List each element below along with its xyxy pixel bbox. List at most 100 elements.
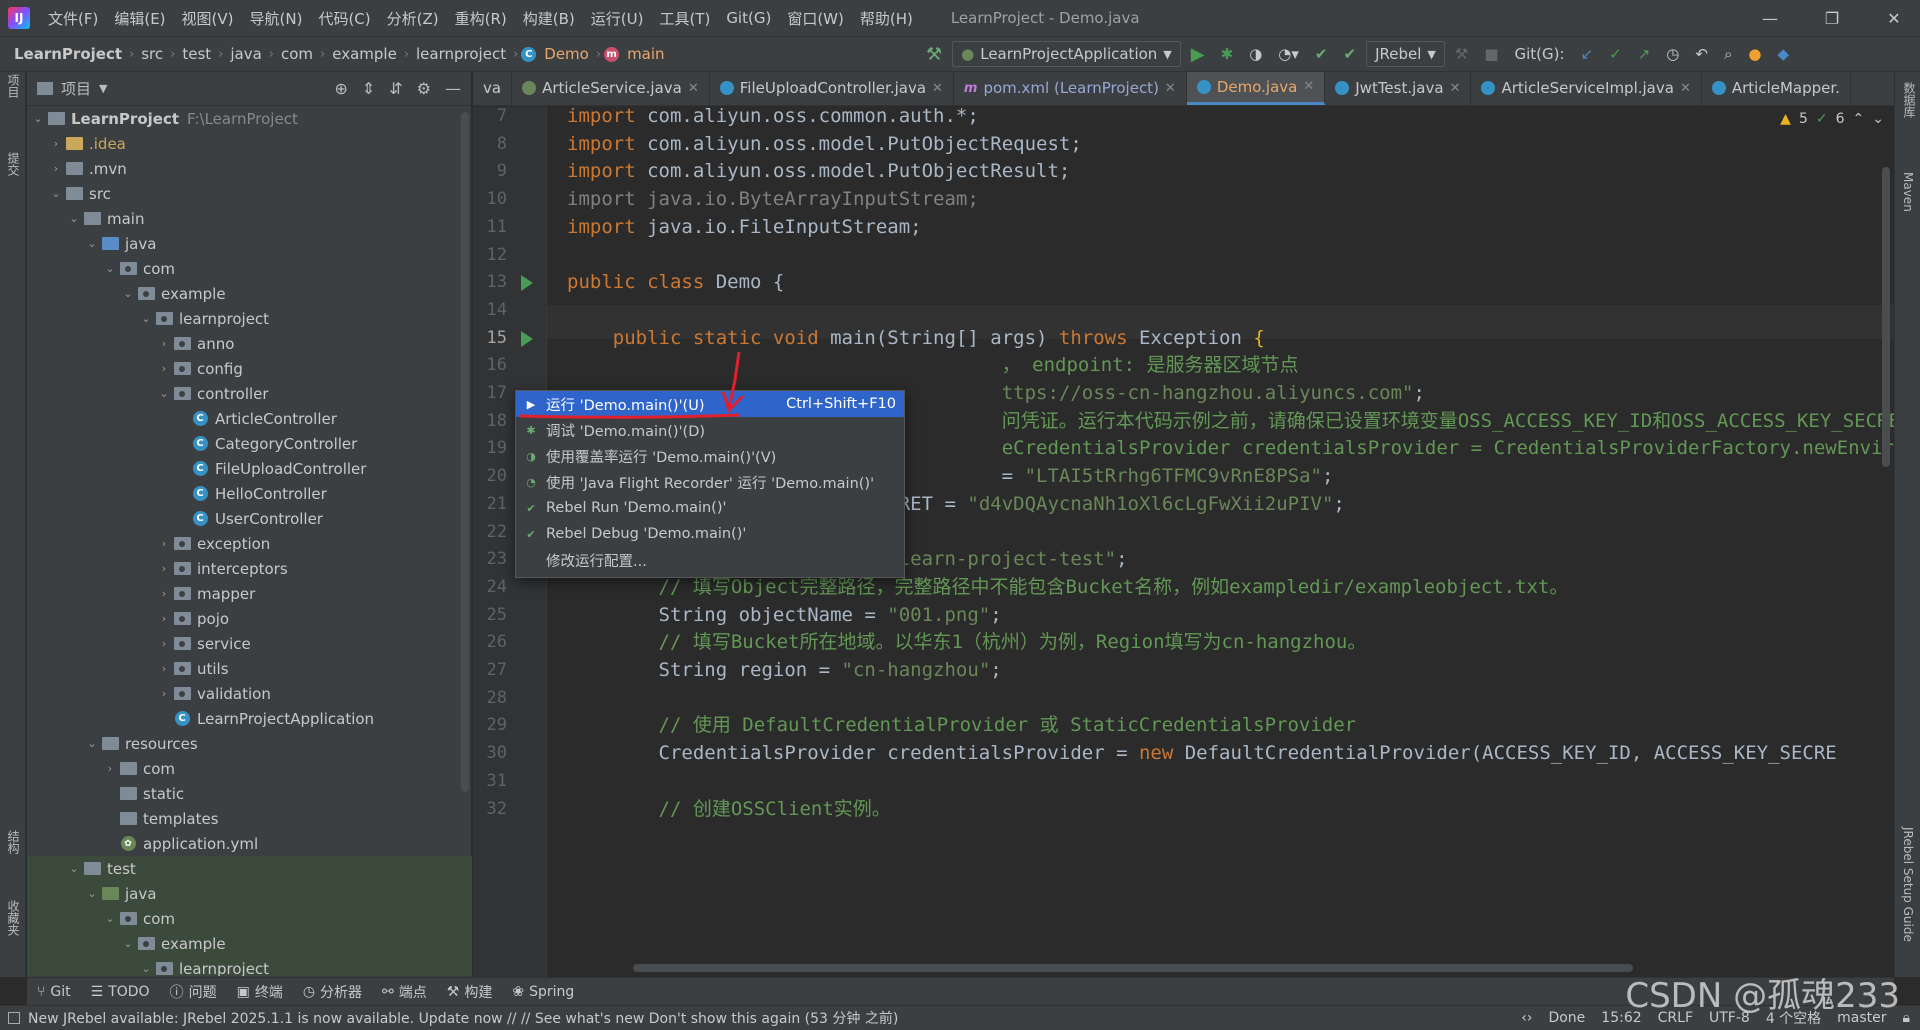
tree-item[interactable]: ⌄ learnproject: [27, 956, 472, 976]
editor-tab[interactable]: ArticleMapper.: [1702, 72, 1851, 105]
popup-item[interactable]: ✔ Rebel Run 'Demo.main()': [516, 495, 904, 521]
tree-item[interactable]: ⌄ java: [27, 231, 472, 256]
tree-item[interactable]: templates: [27, 806, 472, 831]
tool-maven-tab[interactable]: Maven: [1901, 172, 1915, 212]
menu-item[interactable]: 帮助(H): [852, 8, 921, 29]
editor-tab[interactable]: JwtTest.java ✕: [1325, 72, 1472, 105]
chevron-up-icon[interactable]: ⌃: [1853, 111, 1865, 127]
chevron-down-icon[interactable]: ⌄: [155, 387, 173, 400]
tree-item[interactable]: ⌄ controller: [27, 381, 472, 406]
close-icon[interactable]: ✕: [1165, 81, 1176, 96]
tree-item[interactable]: › .mvn: [27, 156, 472, 181]
editor-tab[interactable]: FileUploadController.java ✕: [710, 72, 954, 105]
tree-item[interactable]: › utils: [27, 656, 472, 681]
git-push-icon[interactable]: ↗: [1632, 45, 1657, 63]
chevron-right-icon[interactable]: ›: [155, 662, 173, 675]
tool-structure-tab[interactable]: 结构: [5, 830, 22, 854]
chevron-right-icon[interactable]: ›: [47, 162, 65, 175]
close-icon[interactable]: ✕: [1870, 0, 1918, 36]
chevron-down-icon[interactable]: ⌄: [101, 262, 119, 275]
chevron-down-icon[interactable]: ⌄: [137, 962, 155, 975]
tree-item[interactable]: static: [27, 781, 472, 806]
chevron-right-icon[interactable]: ›: [155, 637, 173, 650]
tree-item[interactable]: C HelloController: [27, 481, 472, 506]
breadcrumb-item[interactable]: LearnProject: [10, 45, 126, 63]
close-icon[interactable]: ✕: [1680, 81, 1691, 96]
lock-icon[interactable]: 🔒︎: [1903, 1010, 1910, 1026]
tree-item[interactable]: C UserController: [27, 506, 472, 531]
menu-item[interactable]: 运行(U): [583, 8, 652, 29]
tree-item[interactable]: ⌄ resources: [27, 731, 472, 756]
chevron-down-icon[interactable]: ⌄: [119, 287, 137, 300]
popup-item[interactable]: ◑ 使用覆盖率运行 'Demo.main()'(V): [516, 443, 904, 469]
breadcrumb-item[interactable]: java: [226, 45, 265, 63]
project-panel-title[interactable]: 项目: [61, 78, 91, 99]
popup-item[interactable]: 修改运行配置...: [516, 547, 904, 573]
tree-item[interactable]: › pojo: [27, 606, 472, 631]
chevron-down-icon[interactable]: ⌄: [65, 862, 83, 875]
tree-item[interactable]: ⌄ com: [27, 256, 472, 281]
chevron-down-icon[interactable]: ⌄: [83, 887, 101, 900]
tree-item[interactable]: ⌄ com: [27, 906, 472, 931]
tree-item[interactable]: ⌄ java: [27, 881, 472, 906]
breadcrumb-item[interactable]: Demo: [540, 45, 593, 63]
chevron-down-icon[interactable]: ⌄: [83, 237, 101, 250]
run-config-select[interactable]: ● LearnProjectApplication ▼: [952, 41, 1181, 67]
tree-item[interactable]: › com: [27, 756, 472, 781]
rollback-icon[interactable]: ↶: [1689, 45, 1714, 63]
close-icon[interactable]: ✕: [932, 81, 943, 96]
stop-icon[interactable]: ■: [1478, 45, 1504, 63]
menu-item[interactable]: 编辑(E): [106, 8, 173, 29]
profile-icon[interactable]: ◔▾: [1272, 45, 1305, 63]
chevron-right-icon[interactable]: ›: [155, 362, 173, 375]
menu-item[interactable]: 代码(C): [310, 8, 378, 29]
chevron-right-icon[interactable]: ›: [155, 537, 173, 550]
popup-item[interactable]: ✱ 调试 'Demo.main()'(D): [516, 417, 904, 443]
chevron-right-icon[interactable]: ›: [155, 562, 173, 575]
tool-commit-tab[interactable]: 提交: [5, 152, 22, 176]
tree-item[interactable]: ⌄ example: [27, 931, 472, 956]
breadcrumb-item[interactable]: com: [277, 45, 317, 63]
coverage-icon[interactable]: ◑: [1243, 45, 1268, 63]
close-icon[interactable]: ✕: [1303, 79, 1314, 94]
hammer-icon[interactable]: ⚒: [920, 44, 948, 65]
tree-item[interactable]: C CategoryController: [27, 431, 472, 456]
menu-item[interactable]: 窗口(W): [779, 8, 852, 29]
tool-jrebel-guide-tab[interactable]: JRebel Setup Guide: [1901, 827, 1915, 942]
hide-icon[interactable]: —: [445, 79, 461, 98]
tree-item[interactable]: ✿ application.yml: [27, 831, 472, 856]
tree-item[interactable]: C LearnProjectApplication: [27, 706, 472, 731]
jrebel-run-icon[interactable]: ✔: [1309, 45, 1334, 63]
menu-item[interactable]: 构建(B): [515, 8, 583, 29]
breadcrumb-item[interactable]: example: [328, 45, 401, 63]
status-toggle-icon[interactable]: [8, 1012, 20, 1024]
vertical-scrollbar[interactable]: [1882, 167, 1890, 467]
run-icon[interactable]: ▶: [1185, 44, 1211, 65]
chevron-down-icon[interactable]: ▼: [99, 82, 107, 95]
debug-icon[interactable]: ✱: [1215, 45, 1240, 63]
run-gutter-icon[interactable]: [521, 275, 533, 292]
editor-tab[interactable]: ArticleService.java ✕: [512, 72, 710, 105]
hammer-disabled-icon[interactable]: ⚒: [1449, 45, 1474, 63]
chevron-down-icon[interactable]: ⌄: [119, 937, 137, 950]
ide-logo-icon[interactable]: ◆: [1771, 45, 1795, 63]
tool-window-button[interactable]: ◷ 分析器: [293, 982, 372, 1002]
tool-window-button[interactable]: ⓘ 问题: [160, 982, 227, 1002]
project-scrollbar[interactable]: [461, 112, 469, 792]
tree-item[interactable]: › .idea: [27, 131, 472, 156]
run-gutter-icon[interactable]: [521, 330, 533, 347]
breadcrumb-item[interactable]: test: [178, 45, 215, 63]
tree-item[interactable]: › validation: [27, 681, 472, 706]
menu-item[interactable]: 重构(R): [447, 8, 515, 29]
menu-item[interactable]: 文件(F): [40, 8, 106, 29]
tree-item[interactable]: › exception: [27, 531, 472, 556]
menu-item[interactable]: 工具(T): [651, 8, 718, 29]
close-icon[interactable]: ✕: [688, 81, 699, 96]
expand-all-icon[interactable]: ⇕: [362, 79, 375, 98]
horizontal-scrollbar[interactable]: [633, 964, 1633, 972]
chevron-right-icon[interactable]: ›: [47, 137, 65, 150]
menu-item[interactable]: 分析(Z): [379, 8, 447, 29]
tool-database-tab[interactable]: 数据库: [1901, 82, 1918, 118]
tool-window-button[interactable]: ⚒ 构建: [437, 982, 503, 1002]
tree-item[interactable]: › anno: [27, 331, 472, 356]
